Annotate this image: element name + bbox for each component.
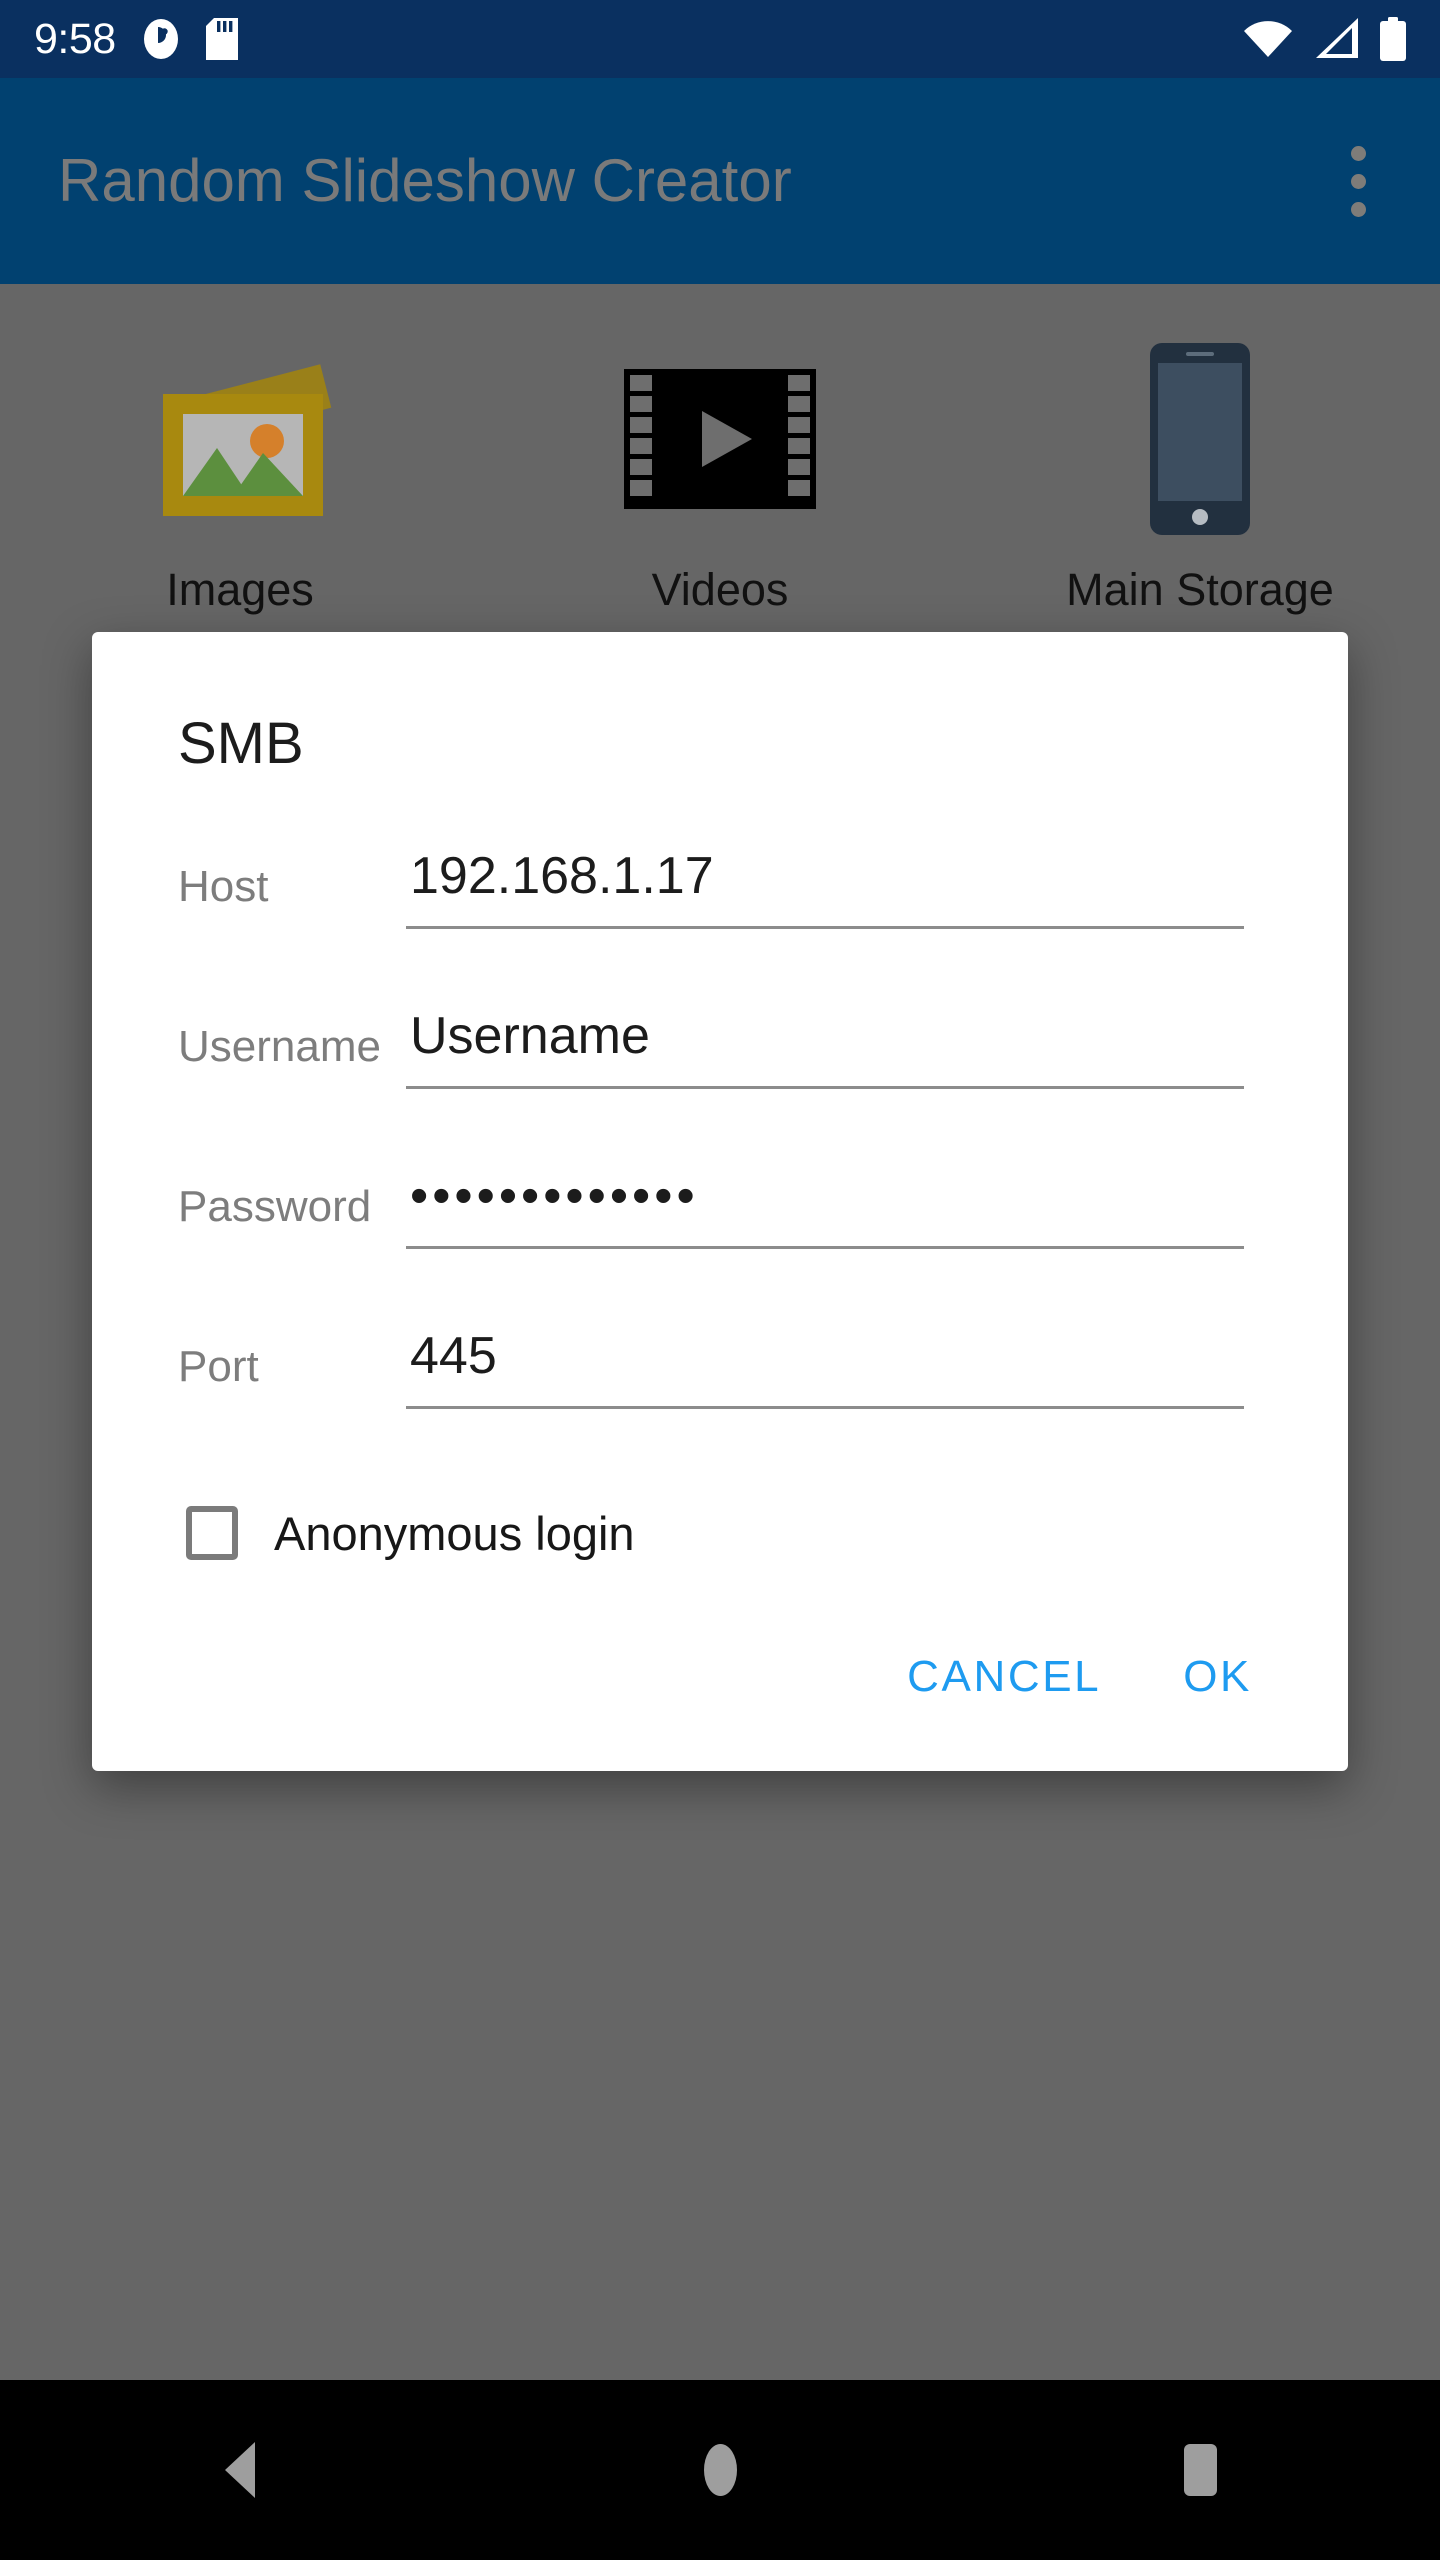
field-row-host: Host (178, 819, 1244, 979)
ok-button[interactable]: OK (1153, 1635, 1282, 1719)
field-row-password: Password ••••••••••••• (178, 1139, 1244, 1299)
android-screen: 9:58 Random Slideshow Creator Images Vid… (0, 0, 1440, 2560)
nav-back-button[interactable] (150, 2380, 330, 2560)
port-input-wrap (406, 1299, 1244, 1429)
dialog-actions: CANCEL OK (92, 1591, 1348, 1771)
field-row-port: Port (178, 1299, 1244, 1459)
smb-dialog: SMB Host Username Password •••••• (92, 632, 1348, 1771)
host-input[interactable] (406, 819, 1244, 930)
dialog-title: SMB (178, 711, 304, 776)
dialog-field-list: Host Username Password ••••••••••••• (92, 773, 1348, 1459)
password-input[interactable]: ••••••••••••• (406, 1139, 1244, 1249)
anonymous-login-checkbox[interactable] (186, 1506, 238, 1560)
username-input[interactable] (406, 979, 1244, 1090)
password-input-wrap[interactable]: ••••••••••••• (406, 1139, 1244, 1269)
password-label: Password (178, 1182, 372, 1231)
username-underline (406, 1086, 1244, 1089)
anonymous-login-row[interactable]: Anonymous login (92, 1459, 635, 1591)
recents-square-icon (1183, 2444, 1217, 2496)
home-circle-icon (703, 2444, 737, 2496)
username-input-wrap (406, 979, 1244, 1109)
port-underline (406, 1406, 1244, 1409)
field-row-username: Username (178, 979, 1244, 1139)
port-label: Port (178, 1342, 259, 1391)
nav-home-button[interactable] (630, 2380, 810, 2560)
host-input-wrap (406, 819, 1244, 949)
anonymous-login-label: Anonymous login (274, 1506, 635, 1560)
back-triangle-icon (225, 2442, 255, 2498)
navigation-bar (0, 2380, 1440, 2560)
nav-recents-button[interactable] (1110, 2380, 1290, 2560)
host-underline (406, 926, 1244, 929)
password-underline (406, 1246, 1244, 1249)
port-input[interactable] (406, 1299, 1244, 1410)
host-label: Host (178, 862, 269, 911)
cancel-button[interactable]: CANCEL (877, 1635, 1131, 1719)
username-label: Username (178, 1022, 381, 1071)
